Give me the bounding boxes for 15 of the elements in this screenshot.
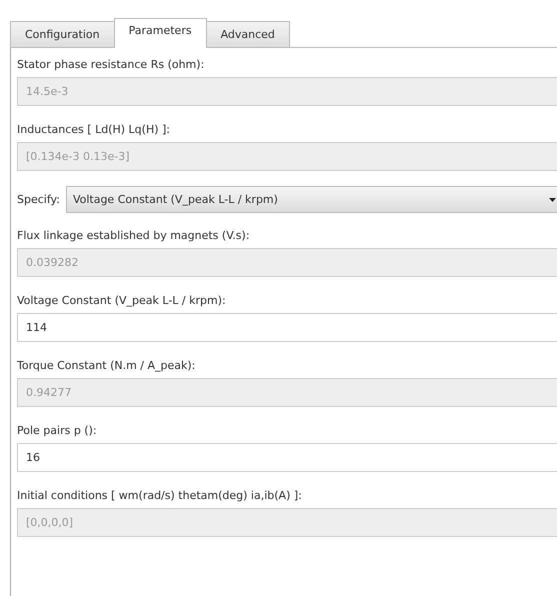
input-field[interactable]: 16 [17, 443, 557, 472]
tab[interactable]: Parameters [114, 18, 207, 48]
caret-icon [549, 198, 556, 202]
input-field[interactable]: 114 [17, 313, 557, 342]
field-label: Voltage Constant (V_peak L-L / krpm): [17, 293, 227, 309]
field-label: Inductances [ Ld(H) Lq(H) ]: [17, 122, 171, 138]
field-label: Torque Constant (N.m / A_peak): [17, 358, 196, 374]
field-label: Pole pairs p (): [17, 423, 98, 439]
tab[interactable]: Configuration [10, 21, 115, 47]
field-label: Stator phase resistance Rs (ohm): [17, 57, 206, 73]
dropdown[interactable]: Voltage Constant (V_peak L-L / krpm) [66, 186, 557, 213]
tab[interactable]: Advanced [206, 21, 290, 47]
field-label: Specify: [17, 193, 60, 206]
field-label: Flux linkage established by magnets (V.s): [17, 228, 251, 244]
field-label: Initial conditions [ wm(rad/s) thetam(deg) ia,ib(A) ]: [17, 488, 303, 504]
